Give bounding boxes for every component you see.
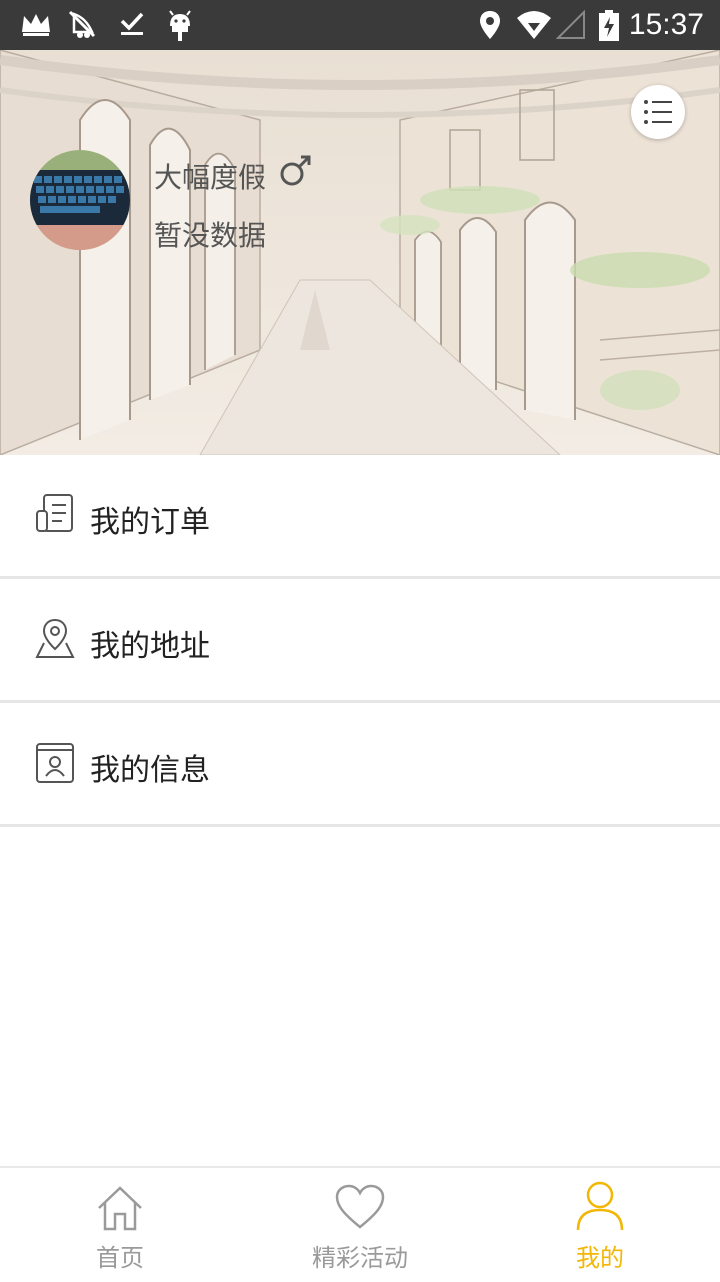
profile-menu-list: 我的订单 我的地址 我的信息 — [0, 455, 720, 827]
profile-subtitle: 暂没数据 — [154, 219, 267, 252]
contact-card-icon — [34, 741, 76, 787]
profile-header: 大幅度假 暂没数据 — [0, 50, 720, 455]
nav-mine[interactable]: 我的 — [480, 1168, 720, 1282]
user-icon — [575, 1180, 625, 1236]
menu-item-label: 我的信息 — [90, 753, 210, 788]
home-icon — [95, 1184, 145, 1236]
username: 大幅度假 — [154, 161, 267, 194]
order-document-icon — [34, 493, 76, 539]
street-sketch-background — [0, 50, 720, 455]
wifi-icon — [516, 10, 552, 44]
menu-item-address[interactable]: 我的地址 — [0, 579, 720, 703]
nav-label: 首页 — [96, 1244, 144, 1272]
heart-icon — [334, 1184, 386, 1234]
signal-icon — [555, 9, 586, 44]
map-location-icon — [34, 617, 76, 663]
menu-item-info[interactable]: 我的信息 — [0, 703, 720, 827]
bottom-nav: 首页 精彩活动 我的 — [0, 1166, 720, 1282]
menu-item-label: 我的地址 — [90, 629, 210, 664]
nav-label: 精彩活动 — [312, 1244, 408, 1272]
list-menu-icon — [644, 100, 672, 124]
male-gender-icon — [278, 154, 312, 192]
status-bar: 15:37 — [0, 0, 720, 50]
avatar[interactable] — [30, 150, 130, 250]
menu-button[interactable] — [631, 85, 685, 139]
nav-activities[interactable]: 精彩活动 — [240, 1168, 480, 1282]
android-icon — [166, 10, 194, 46]
nav-home[interactable]: 首页 — [0, 1168, 240, 1282]
location-icon — [478, 10, 502, 44]
notification-icon — [66, 10, 98, 44]
battery-charging-icon — [598, 10, 620, 46]
crown-icon — [20, 10, 52, 42]
menu-item-label: 我的订单 — [90, 505, 210, 540]
nav-label: 我的 — [576, 1244, 624, 1272]
download-done-icon — [118, 10, 146, 42]
status-time: 15:37 — [628, 8, 704, 41]
menu-item-orders[interactable]: 我的订单 — [0, 455, 720, 579]
